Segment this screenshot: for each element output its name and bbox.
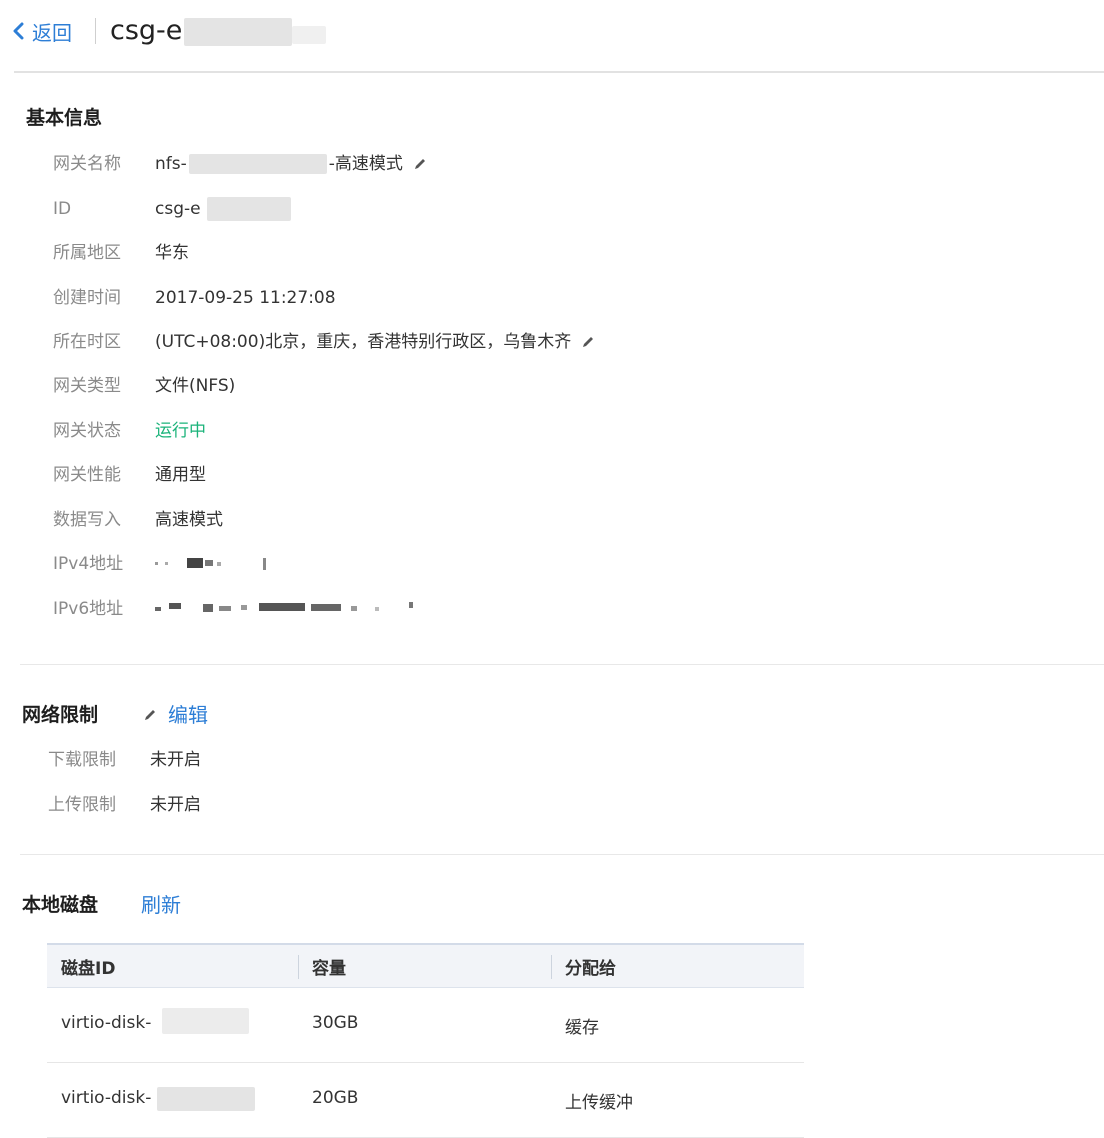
field-label: 下载限制 — [48, 750, 116, 770]
table-header: 磁盘ID 容量 分配给 — [47, 943, 804, 988]
redacted-block — [157, 1087, 255, 1111]
field-label: IPv6地址 — [53, 599, 124, 619]
edit-link: 编辑 — [168, 703, 208, 727]
timezone-value: (UTC+08:00)北京，重庆，香港特别行政区，乌鲁木齐 — [155, 330, 595, 354]
field-label: 数据写入 — [53, 510, 121, 530]
redacted-block — [292, 26, 326, 44]
assigned-cell: 上传缓冲 — [565, 1093, 633, 1113]
gateway-name-value: nfs- -高速模式 — [155, 152, 427, 176]
download-limit-value: 未开启 — [150, 750, 201, 770]
edit-pencil-icon[interactable] — [413, 157, 427, 171]
gateway-title: csg-e — [110, 15, 183, 46]
field-label: IPv4地址 — [53, 554, 124, 574]
gateway-type-value: 文件(NFS) — [155, 376, 236, 396]
header-divider — [14, 71, 1104, 73]
column-header: 分配给 — [565, 959, 616, 979]
local-disk-title: 本地磁盘 — [22, 894, 99, 916]
edit-pencil-icon — [145, 710, 155, 720]
basic-info-title: 基本信息 — [26, 107, 103, 129]
disk-id-cell: virtio-disk- — [61, 1088, 152, 1108]
table-row: virtio-disk- 30GB 缓存 — [47, 988, 804, 1063]
field-label: ID — [53, 199, 72, 219]
field-label: 上传限制 — [48, 795, 116, 815]
capacity-cell: 20GB — [312, 1088, 359, 1108]
field-label: 创建时间 — [53, 288, 121, 308]
redacted-block — [162, 1008, 249, 1034]
network-limit-edit-button[interactable]: 编辑 — [143, 702, 208, 728]
network-limit-title: 网络限制 — [22, 704, 99, 726]
timezone-text: (UTC+08:00)北京，重庆，香港特别行政区，乌鲁木齐 — [155, 332, 572, 352]
field-label: 网关名称 — [53, 154, 121, 174]
edit-pencil-icon[interactable] — [581, 335, 595, 349]
back-label: 返回 — [32, 20, 72, 45]
assigned-cell: 缓存 — [565, 1018, 599, 1038]
table-row: virtio-disk- 20GB 上传缓冲 — [47, 1063, 804, 1138]
field-label: 所属地区 — [53, 243, 121, 263]
ipv4-redacted — [155, 556, 275, 572]
region-value: 华东 — [155, 243, 189, 263]
header-separator — [95, 18, 96, 44]
performance-value: 通用型 — [155, 465, 206, 485]
ipv6-redacted — [155, 600, 420, 616]
column-header: 磁盘ID — [61, 959, 116, 979]
column-header: 容量 — [312, 959, 346, 979]
gateway-name-prefix: nfs- — [155, 154, 187, 174]
section-divider — [20, 854, 1104, 855]
field-label: 网关性能 — [53, 465, 121, 485]
section-divider — [20, 664, 1104, 665]
upload-limit-value: 未开启 — [150, 795, 201, 815]
redacted-block — [188, 154, 327, 174]
redacted-block — [184, 18, 292, 46]
refresh-link[interactable]: 刷新 — [141, 892, 181, 918]
back-link[interactable]: 返回 — [12, 14, 72, 48]
disk-id-cell: virtio-disk- — [61, 1013, 152, 1033]
redacted-block — [207, 197, 291, 221]
field-label: 网关状态 — [53, 421, 121, 441]
status-running: 运行中 — [155, 421, 206, 441]
chevron-left-icon — [13, 22, 24, 40]
gateway-name-suffix: -高速模式 — [328, 154, 403, 174]
capacity-cell: 30GB — [312, 1013, 359, 1033]
write-mode-value: 高速模式 — [155, 510, 223, 530]
field-label: 所在时区 — [53, 332, 121, 352]
field-label: 网关类型 — [53, 376, 121, 396]
gateway-id-value: csg-e — [155, 199, 201, 219]
created-time-value: 2017-09-25 11:27:08 — [155, 288, 336, 308]
column-separator[interactable] — [551, 955, 552, 979]
disk-table: 磁盘ID 容量 分配给 virtio-disk- 30GB 缓存 virtio-… — [47, 943, 804, 1138]
column-separator[interactable] — [298, 955, 299, 979]
